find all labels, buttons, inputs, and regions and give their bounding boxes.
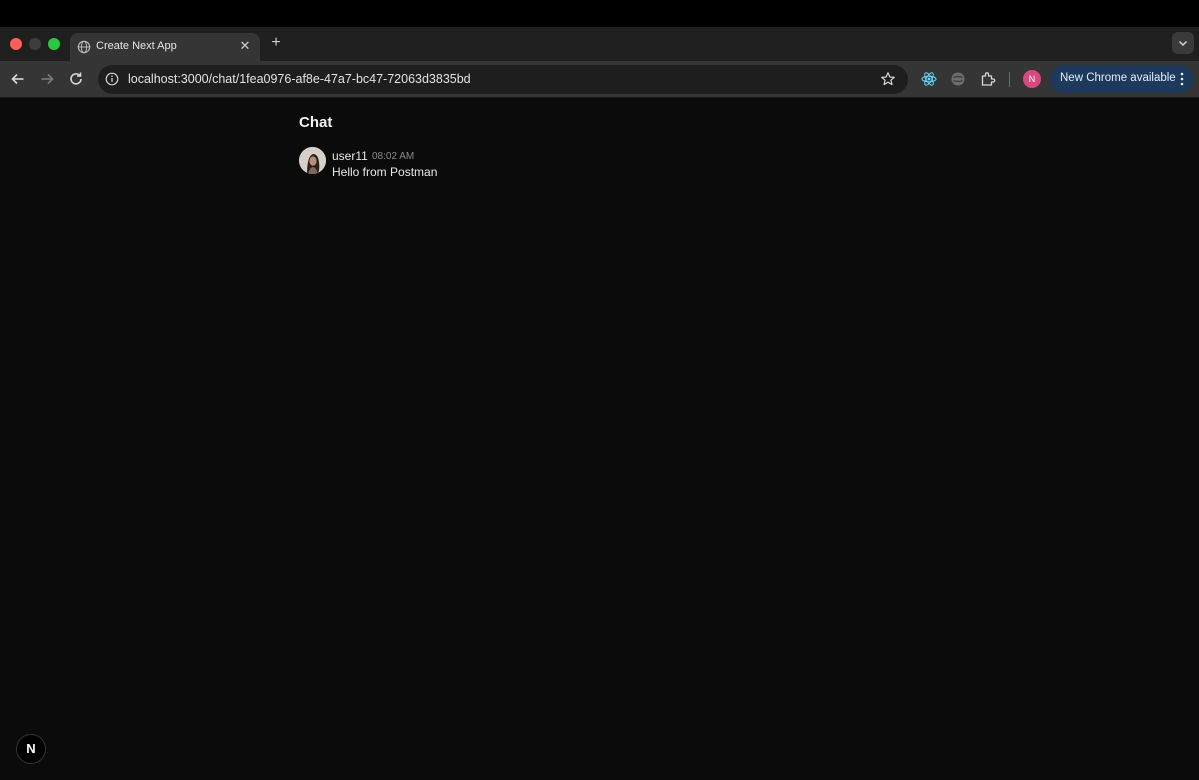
page-content: Chat user11 08:02 AM Hello from Postman … <box>0 98 1199 780</box>
browser-toolbar: localhost:3000/chat/1fea0976-af8e-47a7-b… <box>0 61 1199 98</box>
toolbar-divider <box>1009 72 1010 87</box>
page-title: Chat <box>299 114 333 131</box>
list-item: user11 08:02 AM Hello from Postman <box>299 147 899 187</box>
chevron-down-icon <box>1178 40 1188 47</box>
tab-create-next-app[interactable]: Create Next App ✕ <box>70 33 260 61</box>
update-label: New Chrome available <box>1060 72 1176 84</box>
site-info-icon[interactable] <box>105 72 119 86</box>
tab-bar: Create Next App ✕ + <box>0 27 1199 61</box>
message-username: user11 <box>332 149 368 163</box>
extension-icon[interactable] <box>949 70 967 88</box>
message-text: Hello from Postman <box>332 165 438 179</box>
window-maximize-button[interactable] <box>48 38 60 50</box>
back-arrow-icon[interactable] <box>9 70 27 88</box>
reload-icon[interactable] <box>67 70 85 88</box>
extensions-puzzle-icon[interactable] <box>979 70 997 88</box>
bookmark-star-icon[interactable] <box>880 71 896 87</box>
window-minimize-button[interactable] <box>29 38 41 50</box>
tab-title: Create Next App <box>96 40 177 52</box>
new-tab-button[interactable]: + <box>266 33 286 53</box>
address-bar[interactable]: localhost:3000/chat/1fea0976-af8e-47a7-b… <box>98 65 908 94</box>
message-timestamp: 08:02 AM <box>372 151 415 162</box>
kebab-menu-icon[interactable] <box>1179 71 1185 87</box>
new-chrome-available-button[interactable]: New Chrome available <box>1050 65 1193 93</box>
window-close-button[interactable] <box>10 38 22 50</box>
user-photo-icon <box>299 147 326 174</box>
tab-search-button[interactable] <box>1172 32 1194 54</box>
forward-arrow-icon[interactable] <box>38 70 56 88</box>
window-top-strip <box>0 0 1199 27</box>
url-text: localhost:3000/chat/1fea0976-af8e-47a7-b… <box>128 72 471 86</box>
react-devtools-icon[interactable] <box>920 70 938 88</box>
globe-icon <box>77 40 91 54</box>
tab-close-icon[interactable]: ✕ <box>237 38 253 54</box>
profile-avatar[interactable]: N <box>1023 70 1041 88</box>
nextjs-dev-indicator-button[interactable]: N <box>16 734 46 764</box>
avatar <box>299 147 326 174</box>
